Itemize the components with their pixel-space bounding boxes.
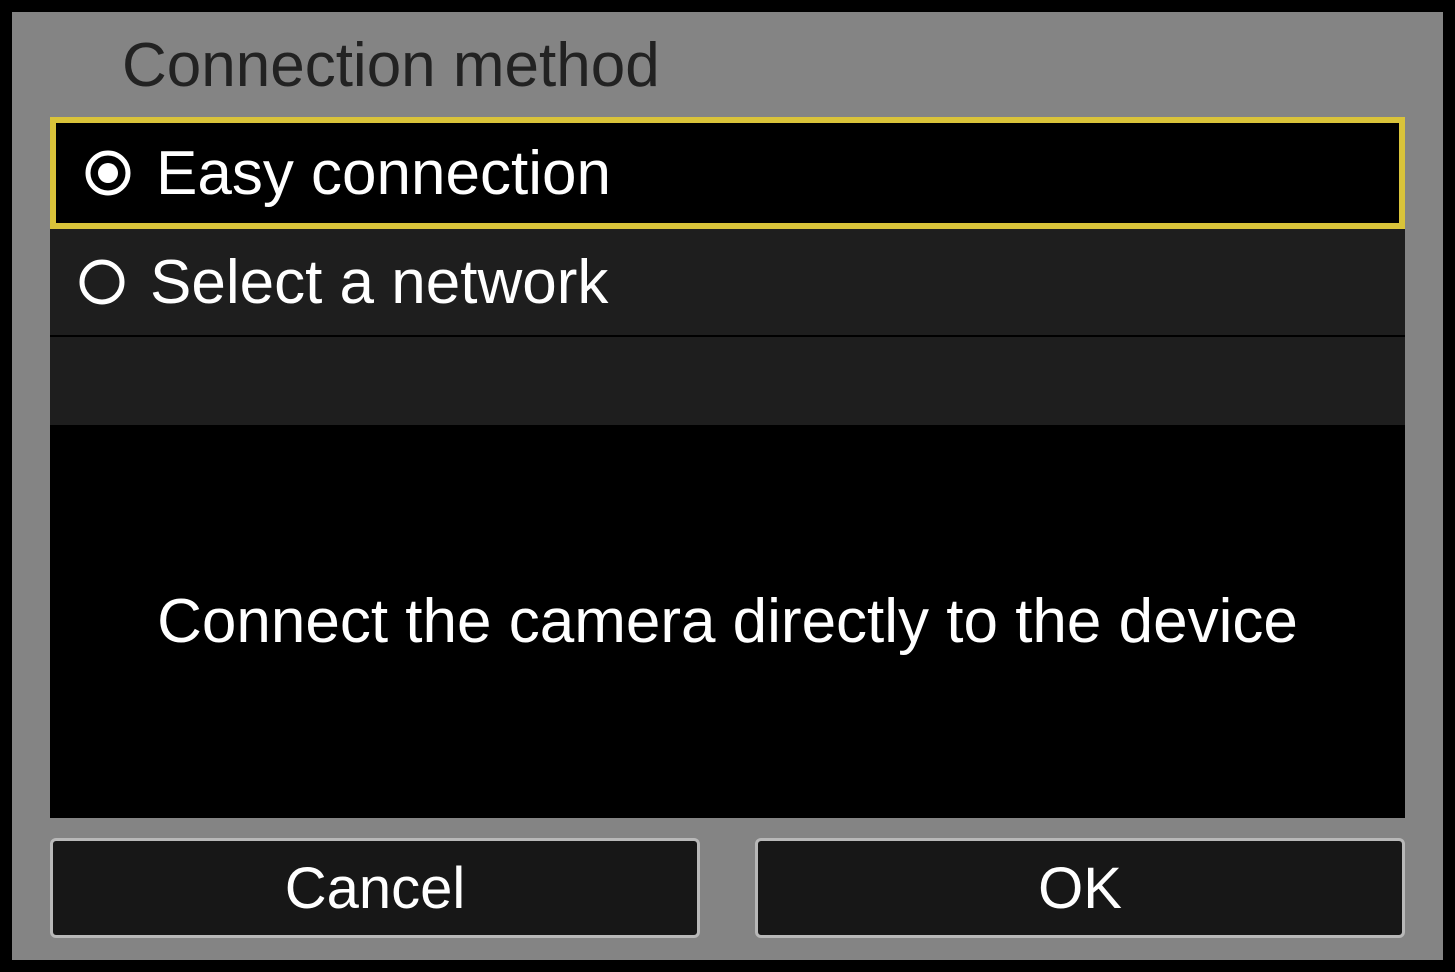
- description-text: Connect the camera directly to the devic…: [157, 574, 1298, 670]
- ok-button[interactable]: OK: [755, 838, 1405, 938]
- description-area: Connect the camera directly to the devic…: [50, 427, 1405, 818]
- screen: Connection method Easy connection: [12, 12, 1443, 960]
- content-panel: Easy connection Select a network Co: [50, 117, 1405, 818]
- radio-unselected-icon: [78, 258, 126, 306]
- option-list: Easy connection Select a network: [50, 117, 1405, 427]
- option-label: Select a network: [150, 247, 608, 318]
- cancel-button[interactable]: Cancel: [50, 838, 700, 938]
- button-bar: Cancel OK: [12, 818, 1443, 960]
- option-label: Easy connection: [156, 138, 611, 209]
- radio-selected-icon: [84, 149, 132, 197]
- outer-frame: Connection method Easy connection: [0, 0, 1455, 972]
- page-title: Connection method: [12, 12, 1443, 117]
- option-select-network[interactable]: Select a network: [50, 229, 1405, 337]
- option-empty-slot: [50, 337, 1405, 427]
- option-easy-connection[interactable]: Easy connection: [50, 117, 1405, 229]
